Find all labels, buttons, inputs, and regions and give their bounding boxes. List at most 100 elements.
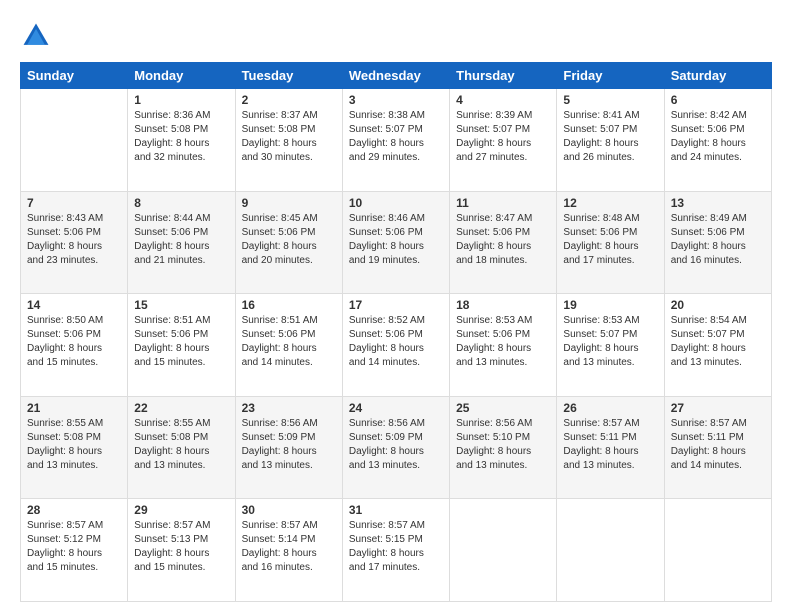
calendar-cell: 25 Sunrise: 8:56 AM Sunset: 5:10 PM Dayli… [450, 396, 557, 499]
calendar-cell: 1 Sunrise: 8:36 AM Sunset: 5:08 PM Daylig… [128, 89, 235, 192]
weekday-header-sunday: Sunday [21, 63, 128, 89]
calendar-cell [557, 499, 664, 602]
calendar-cell: 7Sunrise: 8:43 AM Sunset: 5:06 PM Daylig… [21, 191, 128, 294]
day-info: Sunrise: 8:51 AM Sunset: 5:06 PM Dayligh… [242, 314, 336, 370]
calendar-cell [450, 499, 557, 602]
day-number: 3 [349, 93, 443, 107]
day-number: 11 [456, 196, 550, 210]
day-info: Sunrise: 8:51 AM Sunset: 5:06 PM Dayligh… [134, 314, 228, 370]
day-number: 18 [456, 298, 550, 312]
header [20, 20, 772, 52]
day-info: Sunrise: 8:53 AM Sunset: 5:07 PM Dayligh… [563, 314, 657, 370]
day-number: 22 [134, 401, 228, 415]
day-info: Sunrise: 8:41 AM Sunset: 5:07 PM Dayligh… [563, 109, 657, 165]
calendar-cell: 22 Sunrise: 8:55 AM Sunset: 5:08 PM Dayli… [128, 396, 235, 499]
day-number: 31 [349, 503, 443, 517]
calendar-cell: 12Sunrise: 8:48 AM Sunset: 5:06 PM Dayli… [557, 191, 664, 294]
day-number: 21 [27, 401, 121, 415]
weekday-header-thursday: Thursday [450, 63, 557, 89]
calendar-cell: 3 Sunrise: 8:38 AM Sunset: 5:07 PM Daylig… [342, 89, 449, 192]
day-info: Sunrise: 8:55 AM Sunset: 5:08 PM Dayligh… [27, 417, 121, 473]
day-number: 8 [134, 196, 228, 210]
day-number: 12 [563, 196, 657, 210]
day-info: Sunrise: 8:52 AM Sunset: 5:06 PM Dayligh… [349, 314, 443, 370]
weekday-header-monday: Monday [128, 63, 235, 89]
day-number: 1 [134, 93, 228, 107]
day-number: 20 [671, 298, 765, 312]
day-info: Sunrise: 8:56 AM Sunset: 5:10 PM Dayligh… [456, 417, 550, 473]
day-info: Sunrise: 8:45 AM Sunset: 5:06 PM Dayligh… [242, 212, 336, 268]
day-number: 16 [242, 298, 336, 312]
calendar-cell: 5Sunrise: 8:41 AM Sunset: 5:07 PM Daylig… [557, 89, 664, 192]
day-number: 6 [671, 93, 765, 107]
calendar-cell [664, 499, 771, 602]
calendar-cell: 19 Sunrise: 8:53 AM Sunset: 5:07 PM Dayli… [557, 294, 664, 397]
day-info: Sunrise: 8:57 AM Sunset: 5:14 PM Dayligh… [242, 519, 336, 575]
day-info: Sunrise: 8:47 AM Sunset: 5:06 PM Dayligh… [456, 212, 550, 268]
calendar-cell: 2Sunrise: 8:37 AM Sunset: 5:08 PM Daylig… [235, 89, 342, 192]
week-row-3: 14 Sunrise: 8:50 AM Sunset: 5:06 PM Dayli… [21, 294, 772, 397]
calendar-cell: 11 Sunrise: 8:47 AM Sunset: 5:06 PM Dayli… [450, 191, 557, 294]
day-number: 17 [349, 298, 443, 312]
day-info: Sunrise: 8:38 AM Sunset: 5:07 PM Dayligh… [349, 109, 443, 165]
day-number: 13 [671, 196, 765, 210]
weekday-header-row: SundayMondayTuesdayWednesdayThursdayFrid… [21, 63, 772, 89]
logo [20, 20, 56, 52]
day-number: 7 [27, 196, 121, 210]
day-info: Sunrise: 8:53 AM Sunset: 5:06 PM Dayligh… [456, 314, 550, 370]
calendar-cell: 26 Sunrise: 8:57 AM Sunset: 5:11 PM Dayli… [557, 396, 664, 499]
day-info: Sunrise: 8:50 AM Sunset: 5:06 PM Dayligh… [27, 314, 121, 370]
day-info: Sunrise: 8:57 AM Sunset: 5:11 PM Dayligh… [671, 417, 765, 473]
calendar-cell: 10 Sunrise: 8:46 AM Sunset: 5:06 PM Dayli… [342, 191, 449, 294]
weekday-header-wednesday: Wednesday [342, 63, 449, 89]
calendar-cell: 17 Sunrise: 8:52 AM Sunset: 5:06 PM Dayli… [342, 294, 449, 397]
calendar-cell [21, 89, 128, 192]
day-info: Sunrise: 8:57 AM Sunset: 5:13 PM Dayligh… [134, 519, 228, 575]
logo-icon [20, 20, 52, 52]
calendar-cell: 18 Sunrise: 8:53 AM Sunset: 5:06 PM Dayli… [450, 294, 557, 397]
calendar-cell: 20 Sunrise: 8:54 AM Sunset: 5:07 PM Dayli… [664, 294, 771, 397]
day-info: Sunrise: 8:46 AM Sunset: 5:06 PM Dayligh… [349, 212, 443, 268]
week-row-1: 1 Sunrise: 8:36 AM Sunset: 5:08 PM Daylig… [21, 89, 772, 192]
day-number: 9 [242, 196, 336, 210]
day-number: 25 [456, 401, 550, 415]
day-number: 26 [563, 401, 657, 415]
weekday-header-friday: Friday [557, 63, 664, 89]
day-info: Sunrise: 8:56 AM Sunset: 5:09 PM Dayligh… [349, 417, 443, 473]
page: SundayMondayTuesdayWednesdayThursdayFrid… [0, 0, 792, 612]
day-info: Sunrise: 8:55 AM Sunset: 5:08 PM Dayligh… [134, 417, 228, 473]
day-info: Sunrise: 8:39 AM Sunset: 5:07 PM Dayligh… [456, 109, 550, 165]
calendar-cell: 4Sunrise: 8:39 AM Sunset: 5:07 PM Daylig… [450, 89, 557, 192]
day-number: 2 [242, 93, 336, 107]
day-number: 30 [242, 503, 336, 517]
calendar-cell: 29 Sunrise: 8:57 AM Sunset: 5:13 PM Dayli… [128, 499, 235, 602]
day-info: Sunrise: 8:56 AM Sunset: 5:09 PM Dayligh… [242, 417, 336, 473]
day-number: 29 [134, 503, 228, 517]
day-number: 14 [27, 298, 121, 312]
calendar-cell: 9 Sunrise: 8:45 AM Sunset: 5:06 PM Daylig… [235, 191, 342, 294]
day-number: 19 [563, 298, 657, 312]
day-info: Sunrise: 8:57 AM Sunset: 5:15 PM Dayligh… [349, 519, 443, 575]
calendar-cell: 24 Sunrise: 8:56 AM Sunset: 5:09 PM Dayli… [342, 396, 449, 499]
weekday-header-saturday: Saturday [664, 63, 771, 89]
weekday-header-tuesday: Tuesday [235, 63, 342, 89]
week-row-5: 28 Sunrise: 8:57 AM Sunset: 5:12 PM Dayli… [21, 499, 772, 602]
calendar-cell: 21 Sunrise: 8:55 AM Sunset: 5:08 PM Dayli… [21, 396, 128, 499]
calendar-table: SundayMondayTuesdayWednesdayThursdayFrid… [20, 62, 772, 602]
calendar-cell: 8Sunrise: 8:44 AM Sunset: 5:06 PM Daylig… [128, 191, 235, 294]
calendar-cell: 30 Sunrise: 8:57 AM Sunset: 5:14 PM Dayli… [235, 499, 342, 602]
day-number: 24 [349, 401, 443, 415]
day-info: Sunrise: 8:42 AM Sunset: 5:06 PM Dayligh… [671, 109, 765, 165]
calendar-cell: 14 Sunrise: 8:50 AM Sunset: 5:06 PM Dayli… [21, 294, 128, 397]
day-number: 28 [27, 503, 121, 517]
day-number: 15 [134, 298, 228, 312]
day-info: Sunrise: 8:57 AM Sunset: 5:12 PM Dayligh… [27, 519, 121, 575]
calendar-cell: 28 Sunrise: 8:57 AM Sunset: 5:12 PM Dayli… [21, 499, 128, 602]
day-number: 10 [349, 196, 443, 210]
day-info: Sunrise: 8:57 AM Sunset: 5:11 PM Dayligh… [563, 417, 657, 473]
calendar-cell: 16 Sunrise: 8:51 AM Sunset: 5:06 PM Dayli… [235, 294, 342, 397]
calendar-cell: 27Sunrise: 8:57 AM Sunset: 5:11 PM Dayli… [664, 396, 771, 499]
day-info: Sunrise: 8:36 AM Sunset: 5:08 PM Dayligh… [134, 109, 228, 165]
day-info: Sunrise: 8:54 AM Sunset: 5:07 PM Dayligh… [671, 314, 765, 370]
week-row-4: 21 Sunrise: 8:55 AM Sunset: 5:08 PM Dayli… [21, 396, 772, 499]
